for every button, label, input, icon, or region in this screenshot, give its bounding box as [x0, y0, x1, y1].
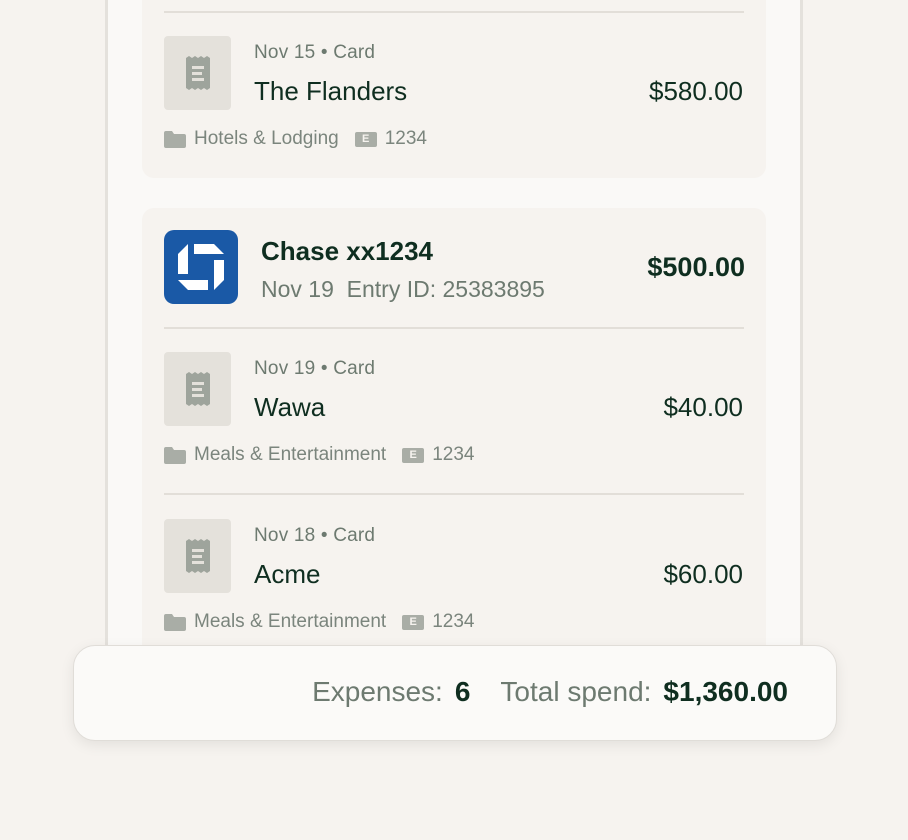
expense-badge-icon: E	[402, 447, 425, 463]
expenses-count-value: 6	[454, 676, 471, 707]
transaction-amount: $60.00	[663, 559, 743, 589]
merchant-name: The Flanders	[254, 76, 408, 106]
account-number: 1234	[432, 611, 475, 632]
transaction-meta: Nov 15 • Card	[254, 42, 376, 63]
bank-group-total: $500.00	[647, 252, 745, 282]
transaction-amount: $580.00	[649, 76, 743, 106]
receipt-icon[interactable]	[164, 519, 231, 593]
summary-content: Expenses: 6 Total spend: $1,360.00	[312, 676, 788, 708]
category-label: Hotels & Lodging	[194, 128, 339, 149]
folder-icon	[164, 130, 186, 148]
transaction-tags: Meals & Entertainment E 1234	[164, 611, 474, 633]
chase-logo-icon	[164, 230, 238, 304]
category-label: Meals & Entertainment	[194, 444, 387, 465]
total-spend-label: Total spend:	[500, 676, 652, 707]
transaction-meta: Nov 18 • Card	[254, 525, 376, 546]
account-number: 1234	[384, 128, 427, 149]
divider	[164, 493, 744, 495]
transaction-tags: Hotels & Lodging E 1234	[164, 128, 427, 150]
transaction-tags: Meals & Entertainment E 1234	[164, 444, 474, 466]
folder-icon	[164, 613, 186, 631]
bank-entry-info: Nov 19 Entry ID: 25383895	[261, 276, 545, 303]
folder-icon	[164, 446, 186, 464]
summary-bar: Expenses: 6 Total spend: $1,360.00	[73, 645, 837, 741]
bank-account-name: Chase xx1234	[261, 236, 434, 266]
divider	[164, 327, 744, 329]
bank-entry-date: Nov 19	[261, 276, 334, 302]
category-label: Meals & Entertainment	[194, 611, 387, 632]
bank-entry-id: Entry ID: 25383895	[346, 276, 545, 302]
receipt-icon[interactable]	[164, 352, 231, 426]
total-spend-value: $1,360.00	[663, 676, 788, 707]
expense-badge-icon: E	[354, 131, 377, 147]
expenses-count-label: Expenses:	[312, 676, 443, 707]
receipt-icon[interactable]	[164, 36, 231, 110]
transaction-amount: $40.00	[663, 392, 743, 422]
divider	[164, 11, 744, 13]
transaction-meta: Nov 19 • Card	[254, 358, 376, 379]
account-number: 1234	[432, 444, 475, 465]
expense-badge-icon: E	[402, 614, 425, 630]
merchant-name: Wawa	[254, 392, 326, 422]
merchant-name: Acme	[254, 559, 321, 589]
